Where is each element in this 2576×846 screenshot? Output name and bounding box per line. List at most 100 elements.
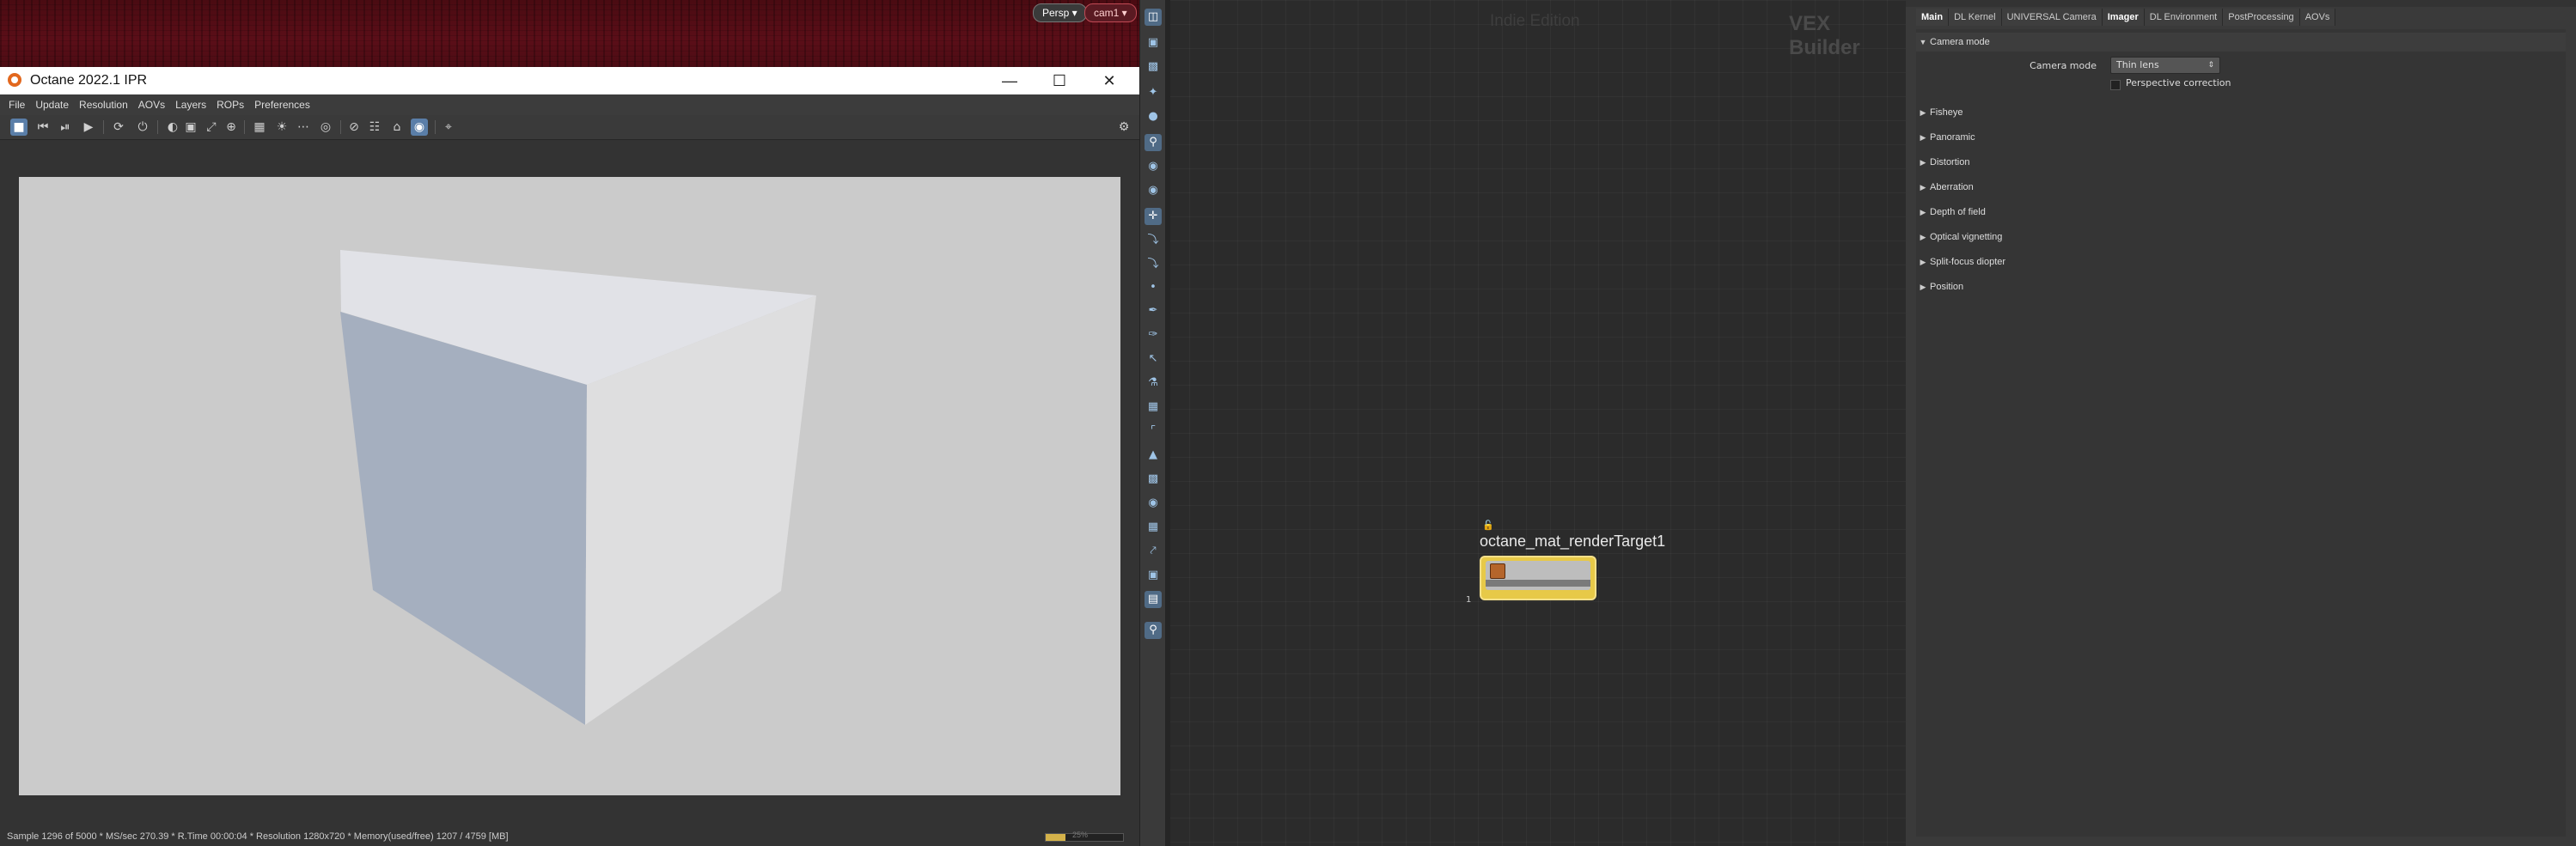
point-tool-icon[interactable]: • [1145,279,1162,296]
texture-tool-icon[interactable]: ▩ [1145,471,1162,488]
folder-depth-of-field[interactable]: ▶ Depth of field [1916,203,2566,222]
panel-top-strip [1906,0,2576,7]
start-render-icon[interactable]: ▶ [80,119,97,136]
camera-mode-select[interactable]: Thin lens ⇕ [2110,57,2220,74]
octane-ipr-window: Octane 2022.1 IPR — ☐ ✕ File Update Resolu… [0,67,1139,846]
no-entry-icon[interactable]: ⊘ [345,119,363,136]
render-preview[interactable] [19,177,1120,795]
surface-tool-icon[interactable]: ▲ [1145,447,1162,464]
folder-label: Split-focus diopter [1930,257,2006,267]
tool-shelf: ◫ ▣ ▩ ✦ ● ⚲ ◉ ◉ ✛ ⤵ ⤵ • ✒ ✑ ↖ ⚗ ▦ ⌜ ▲ ▩ … [1139,0,1167,846]
sun-icon[interactable]: ☀ [273,119,290,136]
map-tool-icon[interactable]: ▦ [1145,519,1162,536]
edge-tool-icon[interactable]: ⤵ [1145,232,1162,249]
camera-menu-button[interactable]: cam1 ▾ [1084,3,1137,22]
numbers-tool-icon[interactable]: ↖ [1145,350,1162,368]
network-editor[interactable]: Indie Edition VEX Builder 🔓 octane_mat_r… [1165,0,1908,846]
settings-icon[interactable]: ⚙ [1115,119,1132,136]
folder-aberration[interactable]: ▶ Aberration [1916,178,2566,197]
window-title: Octane 2022.1 IPR [30,73,148,88]
bulb-tool-icon[interactable]: ◉ [1145,158,1162,175]
stop-render-icon[interactable]: ■ [10,119,27,136]
camera-mode-label: Camera mode [2030,60,2097,71]
folder-distortion[interactable]: ▶ Distortion [1916,153,2566,172]
brush-tool-icon[interactable]: ✒ [1145,302,1162,320]
maximize-button[interactable]: ☐ [1040,69,1079,93]
disk-tool-icon[interactable]: ◉ [1145,495,1162,512]
folder-position[interactable]: ▶ Position [1916,277,2566,296]
tab-main[interactable]: Main [1916,9,1950,26]
edition-watermark: Indie Edition [1490,12,1580,30]
close-button[interactable]: ✕ [1090,69,1129,93]
folder-panoramic[interactable]: ▶ Panoramic [1916,128,2566,147]
box-tool-icon[interactable]: ▣ [1145,567,1162,584]
refresh-icon[interactable]: ⟳ [110,119,127,136]
transform-tool-icon[interactable]: ✛ [1145,208,1162,225]
paint-tool-icon[interactable]: ✑ [1145,326,1162,344]
expand-icon[interactable]: ⤢ [203,119,220,136]
hotspot-tool-icon[interactable]: ◉ [1145,182,1162,199]
collapsed-triangle-icon: ▶ [1920,158,1926,167]
menu-layers[interactable]: Layers [170,94,211,111]
minimize-button[interactable]: — [990,69,1029,93]
network-context-label: VEX Builder [1789,12,1860,59]
status-bar: Sample 1296 of 5000 * MS/sec 270.39 * R.… [0,827,1139,846]
sphere-tool-icon[interactable]: ● [1145,108,1162,125]
folder-split-focus-diopter[interactable]: ▶ Split-focus diopter [1916,253,2566,271]
menu-aovs[interactable]: AOVs [133,94,170,111]
folder-label: Depth of field [1930,207,1986,217]
menu-rops[interactable]: ROPs [211,94,249,111]
dots-icon[interactable]: ⋯ [295,119,312,136]
window-title-bar[interactable]: Octane 2022.1 IPR — ☐ ✕ [0,67,1139,94]
tab-universal-camera[interactable]: UNIVERSAL Camera [2001,9,2103,26]
handle-tool-icon[interactable]: ⤵ [1145,256,1162,273]
menu-preferences[interactable]: Preferences [249,94,315,111]
tab-dl-environment[interactable]: DL Environment [2144,9,2224,26]
camera-tool-icon[interactable]: ▩ [1145,58,1162,76]
pin-tool-icon[interactable]: ⚲ [1145,134,1162,151]
menu-file[interactable]: File [0,94,30,111]
tab-aovs[interactable]: AOVs [2299,9,2336,26]
dropdown-arrow-icon: ⇕ [2207,61,2214,70]
perspective-menu-button[interactable]: Persp ▾ [1033,3,1087,22]
node-name-label[interactable]: octane_mat_renderTarget1 [1480,533,1665,551]
fit-view-icon[interactable]: ▣ [182,119,199,136]
menu-update[interactable]: Update [30,94,74,111]
target-icon[interactable]: ◎ [317,119,334,136]
crop-icon[interactable]: ⌖ [440,119,457,136]
view-tool-icon[interactable]: ▣ [1145,34,1162,52]
light-tool-icon[interactable]: ✦ [1145,84,1162,101]
power-icon[interactable]: ⏻ [134,119,151,136]
parameter-tabs: Main DL Kernel UNIVERSAL Camera Imager DL En… [1916,9,2336,26]
expanded-triangle-icon: ▼ [1919,38,1927,46]
octane-logo-icon [8,73,21,87]
menu-resolution[interactable]: Resolution [74,94,133,111]
tab-dl-kernel[interactable]: DL Kernel [1949,9,2002,26]
tab-imager[interactable]: Imager [2102,9,2145,26]
render-target-node[interactable] [1480,556,1596,600]
measure-tool-icon[interactable]: ⌜ [1145,423,1162,440]
contrast-icon[interactable]: ◐ [164,119,181,136]
folder-optical-vignetting[interactable]: ▶ Optical vignetting [1916,228,2566,246]
location-pin-icon[interactable]: ⚲ [1145,622,1162,639]
region-icon[interactable]: ▦ [251,119,268,136]
home-icon[interactable]: ⌂ [388,119,406,136]
grid-icon[interactable]: ☷ [366,119,383,136]
node-flag-bar [1486,580,1590,587]
stamp-tool-icon[interactable]: ▦ [1145,399,1162,416]
zoom-icon[interactable]: ⊕ [223,119,240,136]
parameter-body: ▼ Camera mode Camera mode Thin lens ⇕ Per… [1916,29,2566,837]
group-tool-icon[interactable]: ▤ [1145,591,1162,608]
perspective-correction-checkbox[interactable] [2110,80,2121,90]
tab-postprocessing[interactable]: PostProcessing [2223,9,2300,26]
pause-render-icon[interactable]: ⏯ [57,119,74,136]
collapsed-triangle-icon: ▶ [1920,183,1926,192]
select-tool-icon[interactable]: ◫ [1145,9,1162,26]
lock-view-icon[interactable]: ◉ [411,119,428,136]
bone-tool-icon[interactable]: ⤤ [1145,543,1162,560]
folder-fisheye[interactable]: ▶ Fisheye [1916,103,2566,122]
node-input-connector[interactable]: 1 [1466,595,1471,605]
sculpt-tool-icon[interactable]: ⚗ [1145,374,1162,392]
restart-render-icon[interactable]: ⏮ [34,119,52,136]
folder-camera-mode[interactable]: ▼ Camera mode [1916,33,2566,52]
